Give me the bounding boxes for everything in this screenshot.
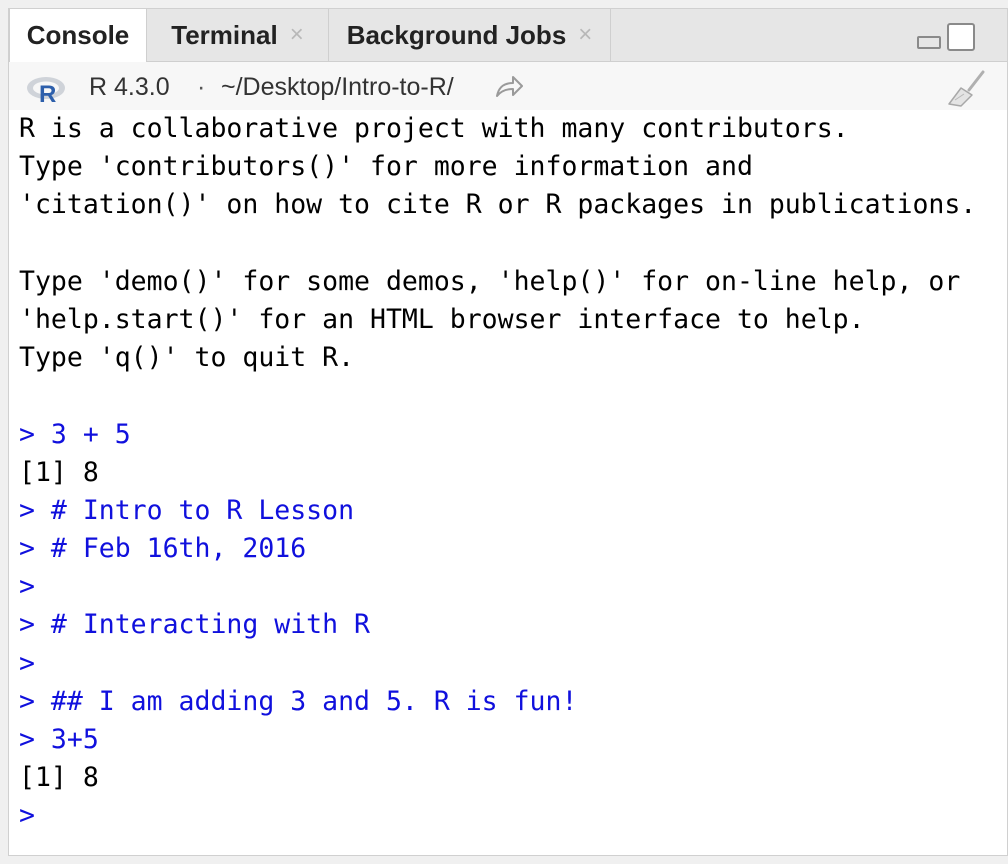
console-input-line: > 3 + 5 (19, 418, 131, 450)
tab-terminal-label: Terminal (171, 19, 278, 50)
console-output-line: R is a collaborative project with many c… (19, 113, 849, 144)
console-output[interactable]: R is a collaborative project with many c… (9, 110, 1007, 855)
minimize-icon[interactable] (915, 23, 943, 51)
r-logo-icon: R (27, 77, 65, 104)
console-input-line: > # Feb 16th, 2016 (19, 533, 307, 565)
clear-console-broom-icon[interactable] (947, 70, 987, 108)
tab-console[interactable]: Console (9, 9, 147, 62)
console-output-line: 'help.start()' for an HTML browser inter… (19, 303, 865, 335)
console-output-line: 'citation()' on how to cite R or R packa… (19, 189, 977, 221)
tab-terminal[interactable]: Terminal × (147, 9, 329, 61)
console-output-line: Type 'q()' to quit R. (19, 342, 355, 374)
tab-console-label: Console (26, 20, 130, 50)
console-toolbar: R R 4.3.0 · ~/Desktop/Intro-to-R/ (9, 62, 1007, 110)
working-directory-path: ~/Desktop/Intro-to-R/ (221, 73, 454, 101)
r-version-label: R 4.3.0 (89, 73, 170, 101)
console-pane: Console Terminal × Background Jobs × R R… (8, 8, 1008, 856)
tab-background-jobs[interactable]: Background Jobs × (329, 9, 611, 61)
toolbar-separator: · (197, 73, 206, 101)
console-input-line: > (19, 800, 35, 832)
console-output-line: Type 'contributors()' for more informati… (19, 151, 753, 183)
pane-tab-bar: Console Terminal × Background Jobs × (9, 9, 1007, 62)
console-output-line: [1] 8 (19, 762, 99, 794)
go-to-directory-icon[interactable] (493, 72, 525, 102)
console-input-line: > (19, 647, 35, 679)
console-input-line: > ## I am adding 3 and 5. R is fun! (19, 685, 578, 717)
console-input-line: > # Intro to R Lesson (19, 494, 355, 526)
tab-background-jobs-label: Background Jobs (346, 19, 567, 50)
console-output-line: Type 'demo()' for some demos, 'help()' f… (19, 265, 961, 297)
tab-background-jobs-close-icon[interactable]: × (578, 21, 592, 49)
tab-terminal-close-icon[interactable]: × (290, 21, 304, 49)
console-input-line: > (19, 571, 35, 603)
svg-text:R: R (39, 81, 56, 104)
pane-window-controls (915, 23, 975, 51)
console-input-line: > 3+5 (19, 724, 99, 755)
console-output-line: [1] 8 (19, 456, 99, 488)
console-input-line: > # Interacting with R (19, 609, 370, 641)
maximize-icon[interactable] (947, 23, 975, 51)
